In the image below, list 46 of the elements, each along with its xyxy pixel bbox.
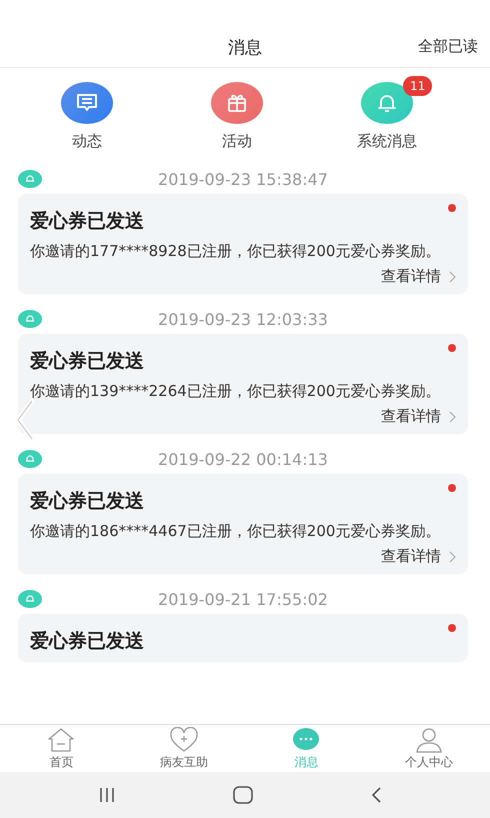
message-text: 你邀请的139****2264已注册，你已获得200元爱心券奖励。 <box>30 382 442 401</box>
message-time: 2019-09-21 17:55:02 <box>158 590 328 608</box>
heart-icon <box>168 726 199 752</box>
chevron-right-icon <box>449 270 456 282</box>
view-details-link[interactable]: 查看详情 <box>381 407 456 426</box>
message-card[interactable]: 爱心券已发送 你邀请的139****2264已注册，你已获得200元爱心券奖励。 查看详情 <box>18 334 468 434</box>
bell-icon <box>18 310 42 328</box>
bell-icon <box>18 590 42 608</box>
tab-item[interactable]: 个人中心 <box>368 725 490 772</box>
message-title: 爱心券已发送 <box>30 489 145 514</box>
message-title: 爱心券已发送 <box>30 629 145 654</box>
mark-all-read-button[interactable]: 全部已读 <box>418 37 478 56</box>
page-title: 消息 <box>228 37 262 59</box>
message-icon <box>76 93 98 113</box>
bell-icon <box>377 92 397 114</box>
category-label: 活动 <box>222 132 252 151</box>
tab-item[interactable]: 首页 <box>0 725 122 772</box>
message-card[interactable]: 爱心券已发送 你邀请的186****4467已注册，你已获得200元爱心券奖励。 查看详情 <box>18 474 468 574</box>
message-card[interactable]: 爱心券已发送 你邀请的177****8928已注册，你已获得200元爱心券奖励。 查看详情 <box>18 194 468 294</box>
gift-icon <box>227 93 247 113</box>
message-title: 爱心券已发送 <box>30 349 145 374</box>
message-text: 你邀请的186****4467已注册，你已获得200元爱心券奖励。 <box>30 522 442 541</box>
recent-apps-icon[interactable] <box>98 787 116 803</box>
person-icon <box>414 726 444 752</box>
message-time: 2019-09-23 15:38:47 <box>158 170 328 188</box>
tab-item[interactable]: 病友互助 <box>122 725 245 772</box>
message-time: 2019-09-22 00:14:13 <box>158 450 328 468</box>
message-title: 爱心券已发送 <box>30 209 145 234</box>
category-item[interactable]: 动态 <box>27 82 147 166</box>
view-details-link[interactable]: 查看详情 <box>381 547 456 566</box>
view-details-link[interactable]: 查看详情 <box>381 267 456 286</box>
category-item[interactable]: 活动 <box>177 82 297 166</box>
chevron-right-icon <box>449 410 456 422</box>
category-label: 系统消息 <box>357 132 417 151</box>
category-label: 动态 <box>72 132 102 151</box>
message-text: 你邀请的177****8928已注册，你已获得200元爱心券奖励。 <box>30 242 442 261</box>
chevron-right-icon <box>449 550 456 562</box>
home-icon <box>46 726 76 752</box>
message-time: 2019-09-23 12:03:33 <box>158 310 328 328</box>
bell-icon <box>18 170 42 188</box>
bell-icon <box>18 450 42 468</box>
unread-count-badge: 11 <box>403 76 432 96</box>
message-card[interactable]: 爱心券已发送 <box>18 614 468 662</box>
home-button-icon[interactable] <box>232 786 253 804</box>
back-icon[interactable] <box>370 786 382 804</box>
chat-bubble-icon <box>291 726 322 752</box>
